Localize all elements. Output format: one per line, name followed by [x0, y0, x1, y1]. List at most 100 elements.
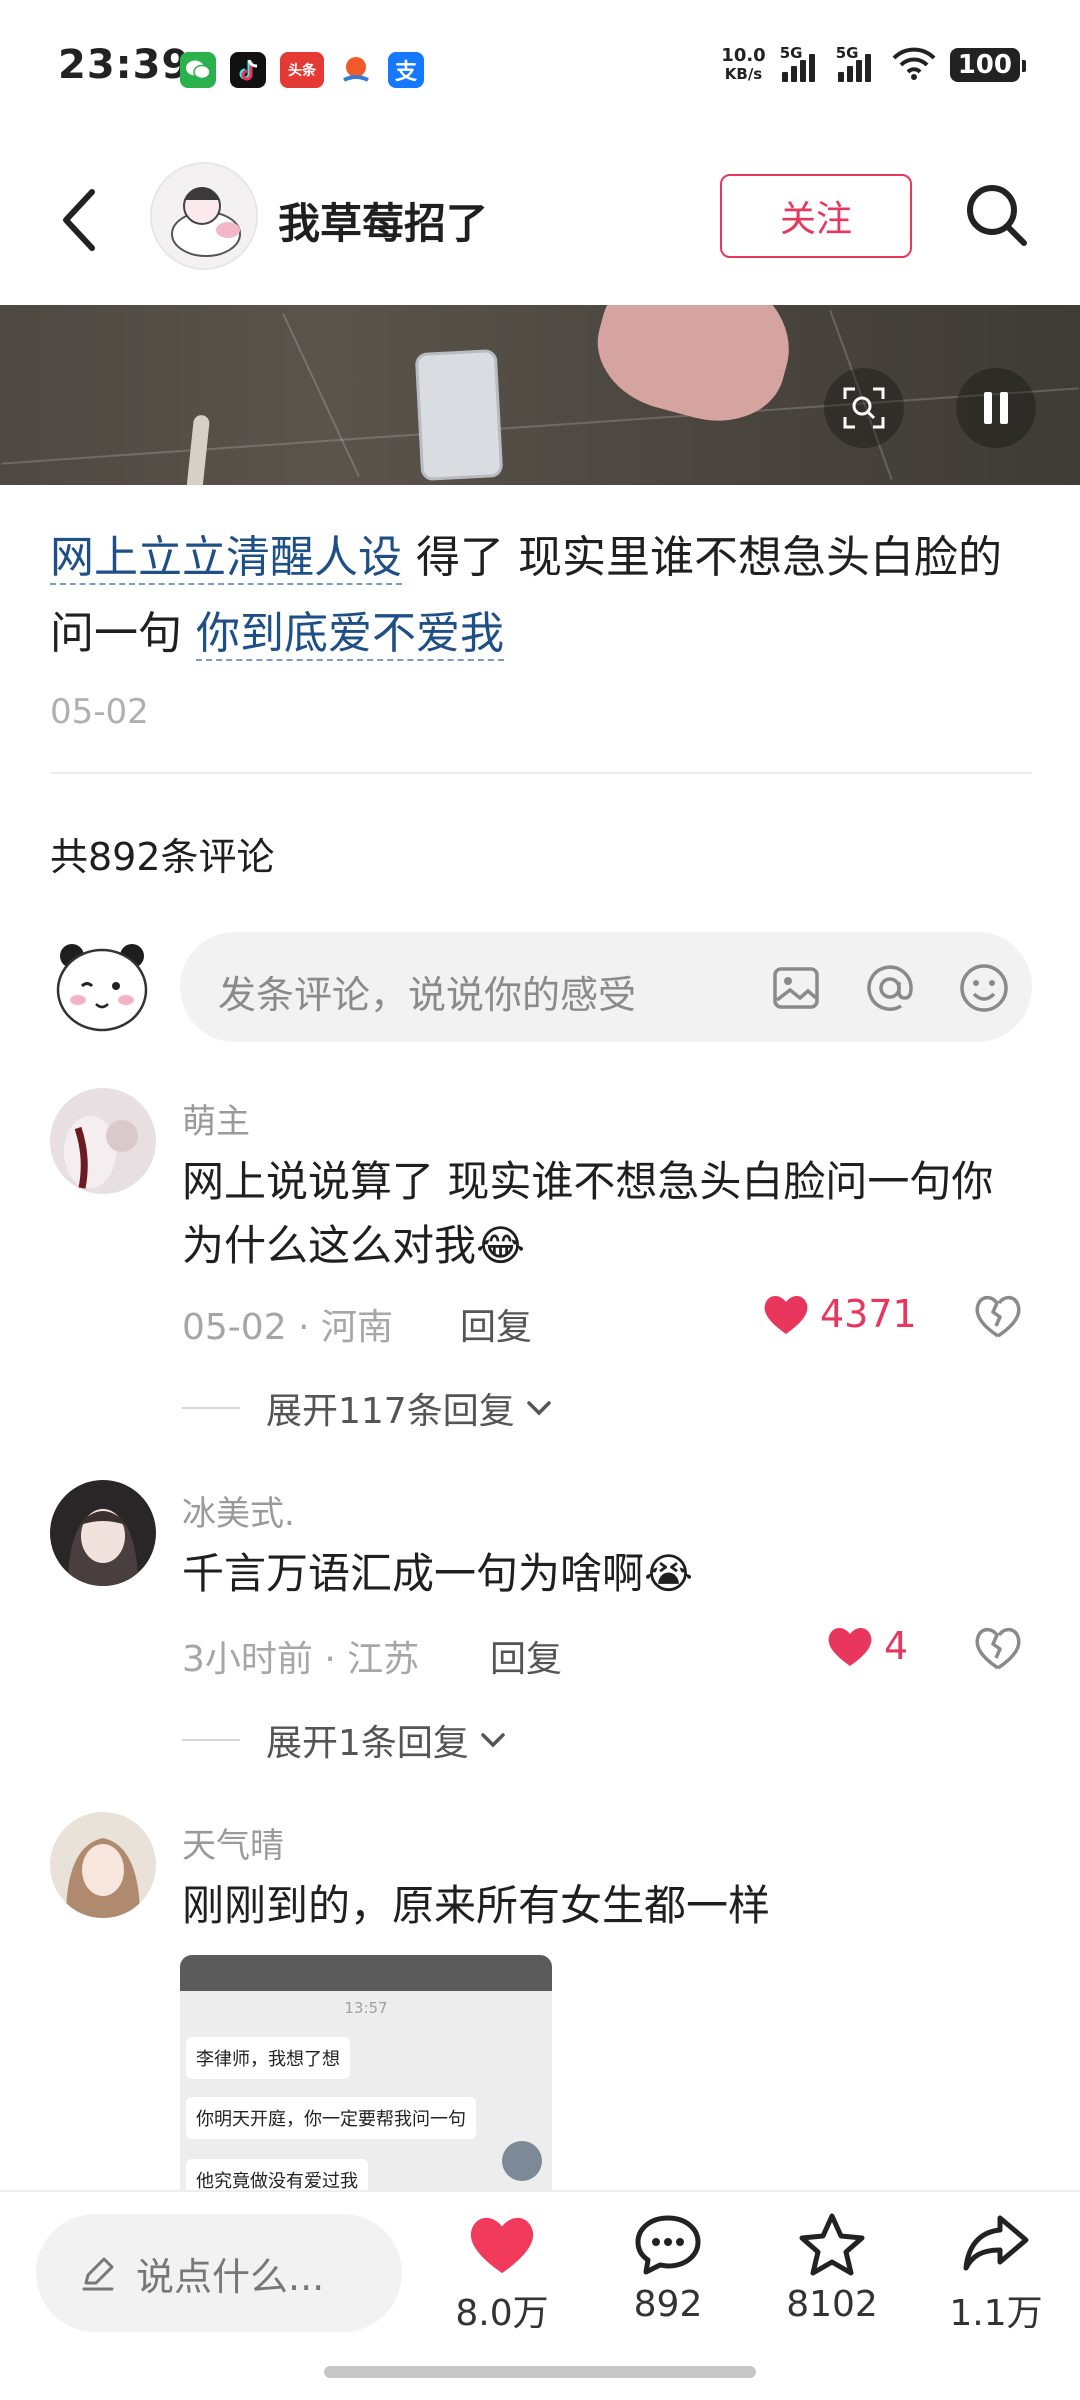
battery-indicator: 100	[949, 48, 1027, 82]
chat-bubble: 李律师，我想了想	[186, 2037, 350, 2079]
comment-button[interactable]: 892	[598, 2212, 738, 2325]
avatar-photo	[50, 1812, 156, 1918]
comment-text: 网上说说算了 现实谁不想急头白脸问一句你为什么这么对我😂	[182, 1157, 994, 1270]
chevron-down-icon	[481, 1733, 505, 1748]
commenter-name[interactable]: 天气晴	[182, 1818, 284, 1867]
scan-search-icon	[843, 387, 885, 429]
comment-total: 892	[633, 2284, 703, 2325]
expand-line	[182, 1407, 240, 1409]
broken-heart-icon	[975, 1295, 1021, 1338]
mention-button[interactable]	[862, 960, 918, 1016]
heart-icon	[828, 1628, 872, 1666]
comment-image-time: 13:57	[344, 1999, 388, 2017]
comment-like-button[interactable]: 4371	[762, 1292, 917, 1336]
comment-text: 千言万语汇成一句为啥啊😭	[182, 1549, 694, 1598]
expand-replies-label: 展开1条回复	[266, 1723, 469, 1764]
video-frame-phone	[414, 348, 504, 482]
reply-button[interactable]: 回复	[460, 1298, 532, 1350]
say-something-input[interactable]: 说点什么...	[36, 2214, 402, 2332]
expand-replies-label: 展开117条回复	[266, 1391, 515, 1432]
share-arrow-icon	[963, 2215, 1029, 2271]
follow-button[interactable]: 关注	[720, 174, 912, 258]
emoji-icon	[960, 964, 1008, 1012]
share-button[interactable]: 1.1万	[926, 2212, 1066, 2336]
wifi-icon	[892, 46, 936, 84]
commenter-avatar[interactable]	[50, 1088, 156, 1194]
say-something-placeholder: 说点什么...	[136, 2254, 325, 2299]
heart-icon	[470, 2217, 534, 2274]
like-button[interactable]: 8.0万	[432, 2212, 572, 2336]
comment-image[interactable]: 13:57 李律师，我想了想 你明天开庭，你一定要帮我问一句 他究竟做没有爱过我	[180, 1955, 552, 2195]
search-button[interactable]	[962, 176, 1032, 256]
comment-like-button[interactable]: 4	[826, 1624, 908, 1668]
wechat-icon	[180, 52, 216, 88]
comment-count: 共892条评论	[50, 835, 275, 879]
search-icon	[967, 185, 1027, 246]
like-count: 8.0万	[455, 2293, 549, 2334]
comment-meta: 3小时前 · 江苏	[182, 1639, 420, 1680]
post-caption: 网上立立清醒人设 得了 现实里谁不想急头白脸的问一句 你到底爱不爱我	[50, 520, 1040, 672]
hashtag-link[interactable]: 网上立立清醒人设	[50, 532, 402, 585]
avatar-photo	[50, 1088, 156, 1194]
comment-meta: 05-02 · 河南	[182, 1307, 393, 1348]
pause-icon	[984, 392, 1008, 424]
avatar-photo	[50, 1480, 156, 1586]
divider	[50, 772, 1032, 774]
alipay-icon: 支	[388, 52, 424, 88]
author-avatar[interactable]	[150, 162, 258, 270]
image-button[interactable]	[768, 960, 824, 1016]
favorite-button[interactable]: 8102	[762, 2212, 902, 2325]
video-frame-object	[185, 414, 211, 485]
author-name[interactable]: 我草莓招了	[278, 190, 488, 251]
star-icon	[799, 2213, 865, 2276]
heart-icon	[764, 1296, 808, 1334]
expand-replies-button[interactable]: 展开1条回复	[182, 1714, 511, 1766]
pause-button[interactable]	[956, 368, 1036, 448]
expand-replies-button[interactable]: 展开117条回复	[182, 1382, 557, 1434]
pencil-icon	[82, 2257, 114, 2291]
signal-icon: 5G	[780, 44, 822, 82]
signal-icon: 5G	[836, 44, 878, 82]
avatar-illustration	[152, 164, 256, 268]
comment-input[interactable]: 发条评论，说说你的感受	[180, 932, 1032, 1042]
emoji-button[interactable]	[956, 960, 1012, 1016]
screen-search-button[interactable]	[824, 368, 904, 448]
at-mention-icon	[867, 965, 913, 1011]
reply-button[interactable]: 回复	[490, 1630, 562, 1682]
toutiao-icon: 头条	[280, 52, 324, 88]
back-button[interactable]	[52, 180, 112, 260]
comment-input-placeholder: 发条评论，说说你的感受	[218, 973, 637, 1017]
comment-like-count: 4	[884, 1624, 909, 1668]
video-player[interactable]	[0, 305, 1080, 485]
broken-heart-icon	[975, 1627, 1021, 1670]
video-frame-cap	[583, 305, 807, 438]
chevron-down-icon	[526, 1401, 551, 1416]
commenter-avatar[interactable]	[50, 1480, 156, 1586]
post-header: 我草莓招了 关注	[0, 150, 1080, 300]
commenter-name[interactable]: 萌主	[182, 1094, 250, 1143]
home-indicator[interactable]	[324, 2366, 756, 2378]
favorite-count: 8102	[786, 2284, 878, 2325]
hashtag-link[interactable]: 你到底爱不爱我	[196, 608, 504, 661]
commenter-name[interactable]: 冰美式.	[182, 1486, 295, 1535]
panda-avatar-icon	[56, 944, 148, 1032]
commenter-avatar[interactable]	[50, 1812, 156, 1918]
comment-image-topbar	[180, 1955, 552, 1991]
network-speed: 10.0 KB/s	[721, 45, 766, 83]
comment-dislike-button[interactable]	[972, 1622, 1024, 1674]
status-bar: 23:39 头条 支 10.0 KB/s 5G 5G 100	[0, 0, 1080, 140]
comment-like-count: 4371	[820, 1292, 917, 1336]
comment-bubble-icon	[635, 2215, 701, 2275]
post-date: 05-02	[50, 692, 149, 732]
expand-line	[182, 1739, 240, 1741]
chat-avatar	[502, 2141, 542, 2181]
my-avatar	[52, 930, 152, 1040]
douyin-icon	[230, 52, 266, 88]
comment-dislike-button[interactable]	[972, 1290, 1024, 1342]
status-indicators: 10.0 KB/s 5G 5G 100	[721, 44, 1027, 84]
comment-text: 刚刚到的，原来所有女生都一样	[182, 1881, 771, 1930]
share-count: 1.1万	[949, 2293, 1043, 2334]
chevron-left-icon	[63, 189, 95, 251]
status-time: 23:39	[58, 42, 191, 88]
status-app-icons: 头条 支	[180, 52, 424, 88]
